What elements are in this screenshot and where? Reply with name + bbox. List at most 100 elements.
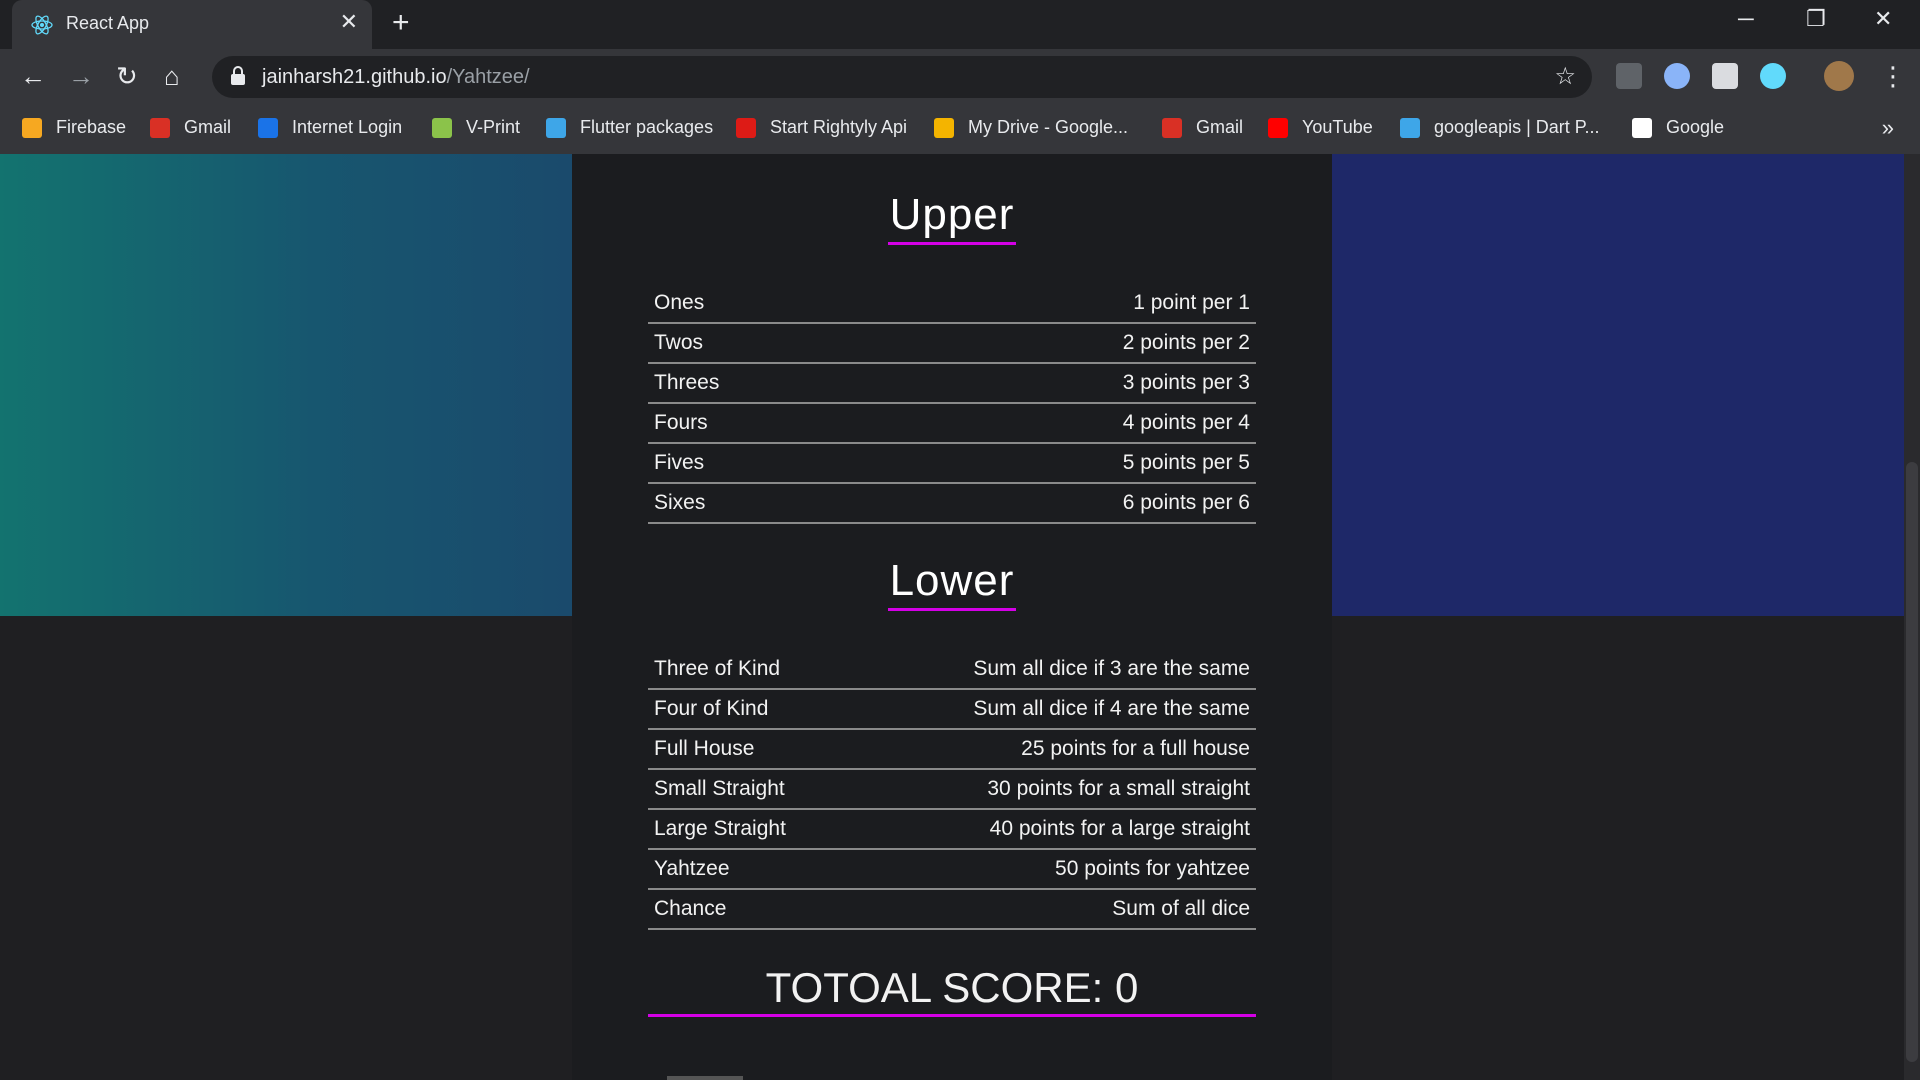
bookmark-label: Internet Login [292,117,403,137]
rule-name: Four of Kind [654,697,769,720]
total-score: TOTOAL SCORE: 0 [648,964,1256,1017]
rule-row[interactable]: Full House 25 points for a full house [648,730,1256,770]
rule-name: Full House [654,737,755,760]
rule-description: Sum of all dice [1112,897,1250,920]
rule-row[interactable]: Twos 2 points per 2 [648,324,1256,364]
bookmark-item[interactable]: My Drive - Google... [934,117,1128,138]
tab-title: React App [66,13,150,33]
extension-icon[interactable] [1712,63,1738,89]
rule-description: 50 points for yahtzee [1055,857,1250,880]
rule-name: Sixes [654,491,706,514]
bookmark-item[interactable]: Internet Login [258,117,402,138]
rule-row[interactable]: Chance Sum of all dice [648,890,1256,930]
menu-icon[interactable]: ⋮ [1880,61,1906,92]
rule-description: 4 points per 4 [1122,411,1250,434]
close-tab-icon[interactable]: ✕ [340,9,358,35]
rule-description: Sum all dice if 3 are the same [973,657,1250,680]
rule-row[interactable]: Threes 3 points per 3 [648,364,1256,404]
rule-row[interactable]: Sixes 6 points per 6 [648,484,1256,524]
home-icon[interactable]: ⌂ [164,61,180,92]
bookmark-item[interactable]: Firebase [22,117,126,138]
extension-icon[interactable] [1616,63,1642,89]
url-text: jainharsh21.github.io/Yahtzee/ [262,66,530,88]
rule-name: Threes [654,371,720,394]
scrollbar[interactable] [1904,154,1920,1080]
upper-rules-table: Ones 1 point per 1 Twos 2 points per 2 Three… [648,284,1256,524]
more-bookmarks-icon[interactable]: » [1882,115,1894,141]
rule-description: 30 points for a small straight [987,777,1250,800]
forward-icon[interactable]: → [68,61,94,92]
bookmark-item[interactable]: YouTube [1268,117,1373,138]
scorecard-panel: Upper Ones 1 point per 1 Twos 2 points per … [572,154,1332,1080]
rule-name: Fives [654,451,705,474]
google-icon [1632,117,1652,138]
new-tab-icon[interactable]: + [392,6,410,40]
tab-bar: React App ✕ + ─ ❐ ✕ [0,0,1920,49]
rule-row[interactable]: Three of Kind Sum all dice if 3 are the s… [648,650,1256,690]
rule-row[interactable]: Small Straight 30 points for a small stra… [648,770,1256,810]
bookmark-item[interactable]: V-Print [432,117,520,138]
rule-description: 1 point per 1 [1133,291,1250,314]
rule-row[interactable]: Yahtzee 50 points for yahtzee [648,850,1256,890]
firebase-icon [22,117,42,138]
page-content: Upper Ones 1 point per 1 Twos 2 points per … [0,154,1920,1080]
rule-row[interactable]: Large Straight 40 points for a large stra… [648,810,1256,850]
bookmark-item[interactable]: googleapis | Dart P... [1400,117,1599,138]
extension-icon[interactable] [1664,63,1690,89]
divider [667,1076,743,1080]
browser-tab[interactable]: React App ✕ [12,0,372,49]
scrollbar-thumb[interactable] [1906,462,1918,1062]
bookmark-item[interactable]: Start Rightyly Api [736,117,907,138]
rule-description: 6 points per 6 [1122,491,1250,514]
rule-description: 3 points per 3 [1122,371,1250,394]
youtube-icon [1268,117,1288,138]
lower-rules-table: Three of Kind Sum all dice if 3 are the s… [648,650,1256,930]
rule-row[interactable]: Fives 5 points per 5 [648,444,1256,484]
dart-icon [1400,117,1420,138]
window-close-icon[interactable]: ✕ [1874,6,1892,32]
bookmark-item[interactable]: Google [1632,117,1724,138]
drive-icon [934,117,954,138]
react-icon [31,15,53,35]
background-right [1332,154,1904,616]
rule-description: 2 points per 2 [1122,331,1250,354]
bookmark-label: Flutter packages [580,117,714,137]
s-logo-icon [258,117,278,138]
avatar[interactable] [1824,61,1854,91]
bookmark-item[interactable]: Flutter packages [546,117,713,138]
upper-section-title: Upper [572,190,1332,245]
bookmark-item[interactable]: Gmail [150,117,231,138]
react-devtools-icon[interactable] [1760,63,1786,89]
bookmark-label: My Drive - Google... [968,117,1129,137]
bookmark-label: Google [1666,117,1725,137]
rule-description: 25 points for a full house [1021,737,1250,760]
bookmark-star-icon[interactable]: ☆ [1554,62,1576,91]
rule-description: 5 points per 5 [1122,451,1250,474]
bookmark-label: Gmail [1196,117,1244,137]
angular-icon [736,117,756,138]
back-icon[interactable]: ← [20,61,46,92]
bookmark-label: Firebase [56,117,127,137]
lower-section-title: Lower [572,556,1332,611]
vprint-icon [432,117,452,138]
lock-icon [231,66,245,85]
rule-row[interactable]: Four of Kind Sum all dice if 4 are the sa… [648,690,1256,730]
rule-row[interactable]: Fours 4 points per 4 [648,404,1256,444]
reload-icon[interactable]: ↻ [116,61,138,92]
restore-icon[interactable]: ❐ [1806,6,1826,32]
address-bar[interactable]: jainharsh21.github.io/Yahtzee/ ☆ [212,56,1592,98]
rule-description: 40 points for a large straight [989,817,1250,840]
bookmarks-bar: Firebase Gmail Internet Login V-Print Flutte… [0,105,1920,154]
rule-name: Ones [654,291,705,314]
rule-name: Twos [654,331,704,354]
bookmark-item[interactable]: Gmail [1162,117,1243,138]
browser-toolbar: ← → ↻ ⌂ jainharsh21.github.io/Yahtzee/ ☆… [0,49,1920,105]
bookmark-label: YouTube [1302,117,1373,137]
rule-row[interactable]: Ones 1 point per 1 [648,284,1256,324]
rule-name: Fours [654,411,708,434]
bookmark-label: Start Rightyly Api [770,117,908,137]
minimize-icon[interactable]: ─ [1738,6,1754,32]
gmail-icon [150,117,170,138]
rule-name: Small Straight [654,777,785,800]
dart-icon [546,117,566,138]
